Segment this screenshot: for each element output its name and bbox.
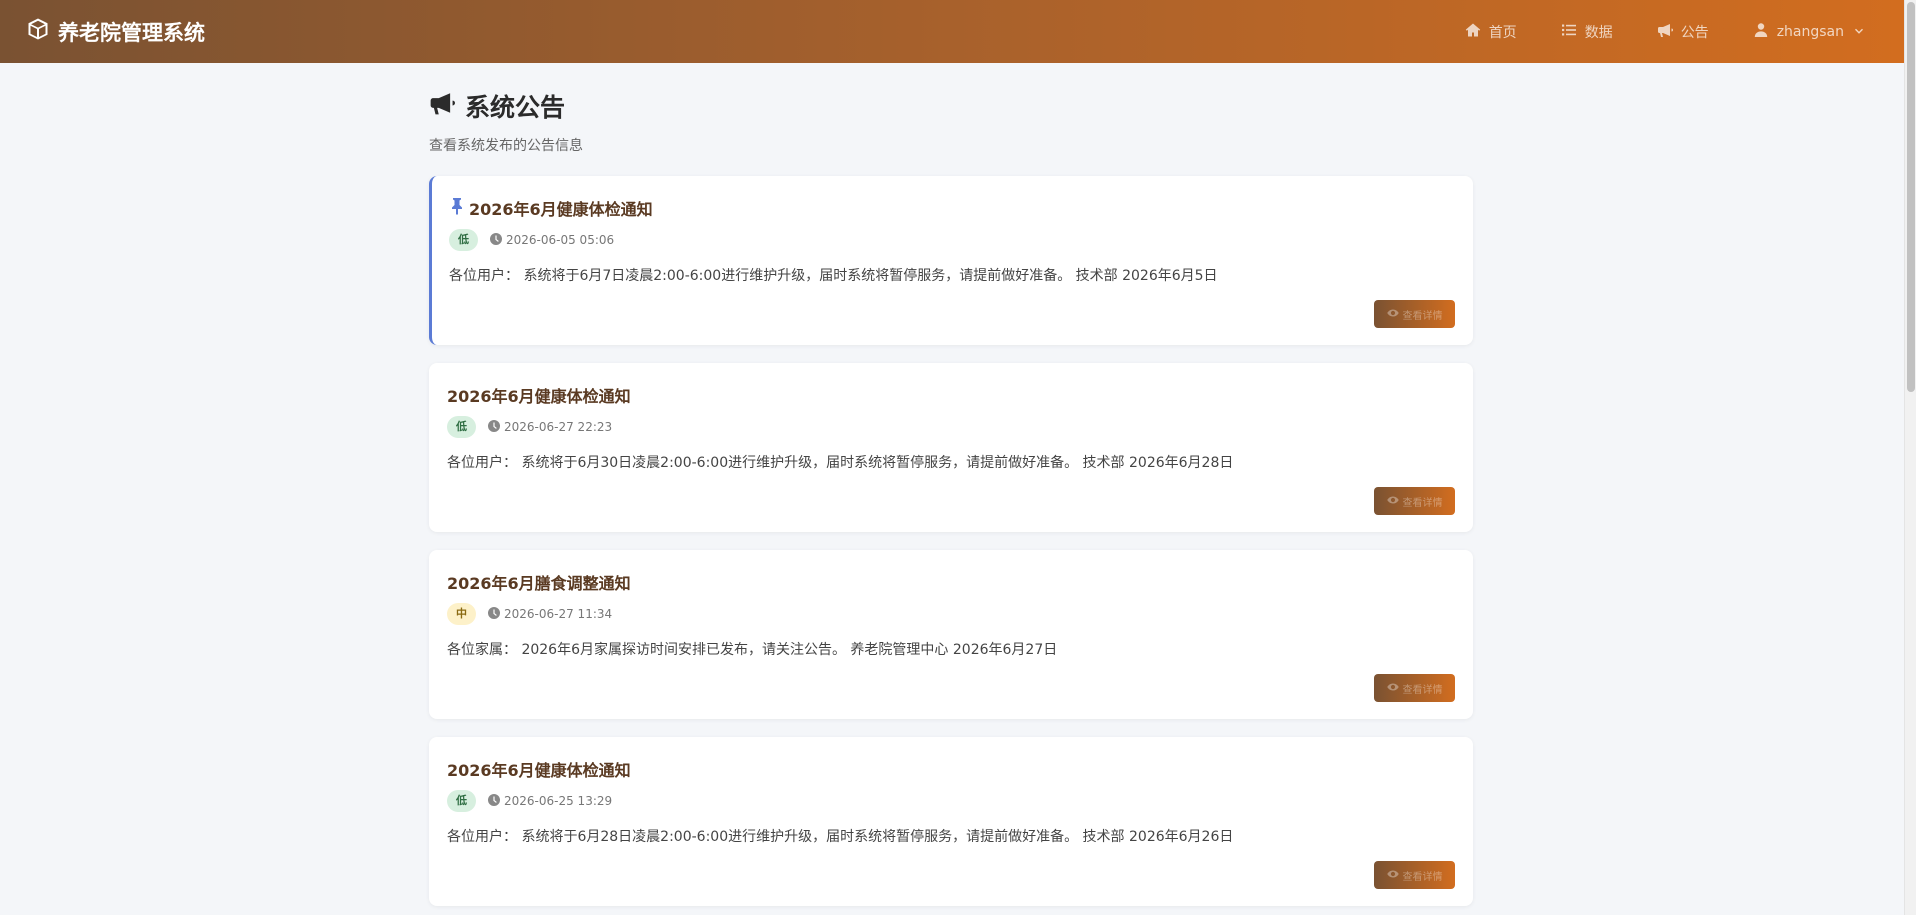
eye-icon	[1386, 307, 1399, 322]
page-subtitle: 查看系统发布的公告信息	[429, 138, 583, 154]
notice-card: 2026年6月健康体检通知 低 2026-06-05 05:06 各位用户： 系…	[429, 176, 1473, 345]
home-icon	[1465, 22, 1481, 42]
nav-data[interactable]: 数据	[1561, 22, 1613, 42]
notice-card: 2026年6月膳食调整通知 中 2026-06-27 11:34 各位家属： 2…	[429, 550, 1473, 719]
view-detail-button[interactable]: 查看详情	[1374, 861, 1455, 889]
user-name: zhangsan	[1776, 23, 1844, 40]
notice-title[interactable]: 2026年6月健康体检通知	[449, 196, 653, 220]
notice-title-text: 2026年6月膳食调整通知	[447, 574, 631, 593]
clock-icon	[488, 793, 500, 809]
view-detail-button[interactable]: 查看详情	[1374, 300, 1455, 328]
pin-icon	[449, 197, 465, 219]
view-detail-button[interactable]: 查看详情	[1374, 674, 1455, 702]
user-icon	[1753, 22, 1769, 42]
nav-notice-label: 公告	[1680, 24, 1709, 41]
view-detail-label: 查看详情	[1402, 871, 1443, 883]
notice-card: 2026年6月健康体检通知 低 2026-06-27 22:23 各位用户： 系…	[429, 363, 1473, 532]
megaphone-icon	[1657, 22, 1673, 42]
scrollbar-thumb[interactable]	[1907, 2, 1915, 392]
notice-meta: 低 2026-06-27 22:23	[447, 416, 612, 438]
view-detail-button[interactable]: 查看详情	[1374, 487, 1455, 515]
clock-icon	[488, 606, 500, 622]
brand-title: 养老院管理系统	[58, 20, 205, 45]
notice-time: 2026-06-27 22:23	[488, 419, 613, 435]
megaphone-icon	[429, 90, 455, 122]
priority-badge: 低	[449, 229, 478, 251]
clock-icon	[488, 419, 500, 435]
view-detail-label: 查看详情	[1402, 310, 1443, 322]
brand[interactable]: 养老院管理系统	[26, 0, 205, 63]
view-detail-label: 查看详情	[1402, 684, 1443, 696]
view-detail-label: 查看详情	[1402, 497, 1443, 509]
notice-time-text: 2026-06-27 11:34	[504, 607, 613, 621]
notice-meta: 低 2026-06-25 13:29	[447, 790, 612, 812]
notice-time-text: 2026-06-27 22:23	[504, 420, 613, 434]
priority-badge: 低	[447, 790, 476, 812]
nav-home[interactable]: 首页	[1465, 22, 1517, 42]
eye-icon	[1386, 681, 1399, 696]
notice-title-text: 2026年6月健康体检通知	[447, 761, 631, 780]
notice-content: 各位用户： 系统将于6月28日凌晨2:00-6:00进行维护升级，届时系统将暂停…	[447, 829, 1234, 845]
notice-title-text: 2026年6月健康体检通知	[447, 387, 631, 406]
eye-icon	[1386, 494, 1399, 509]
page-title: 系统公告	[429, 87, 1473, 125]
notice-meta: 中 2026-06-27 11:34	[447, 603, 612, 625]
page-title-text: 系统公告	[465, 93, 566, 122]
notice-title[interactable]: 2026年6月健康体检通知	[447, 757, 631, 781]
list-icon	[1561, 22, 1577, 42]
nav-links: 首页 数据 公告 zhangsan	[1421, 0, 1864, 63]
notice-time: 2026-06-25 13:29	[488, 793, 613, 809]
notice-title-text: 2026年6月健康体检通知	[469, 200, 653, 219]
notice-content: 各位家属： 2026年6月家属探访时间安排已发布，请关注公告。 养老院管理中心 …	[447, 642, 1058, 658]
notice-time-text: 2026-06-05 05:06	[506, 233, 615, 247]
nav-data-label: 数据	[1584, 24, 1613, 41]
notice-card: 2026年6月健康体检通知 低 2026-06-25 13:29 各位用户： 系…	[429, 737, 1473, 906]
clock-icon	[490, 232, 502, 248]
nav-user-menu[interactable]: zhangsan	[1753, 22, 1864, 42]
cube-icon	[26, 17, 50, 46]
nav-notice[interactable]: 公告	[1657, 22, 1709, 42]
priority-badge: 中	[447, 603, 476, 625]
notice-content: 各位用户： 系统将于6月7日凌晨2:00-6:00进行维护升级，届时系统将暂停服…	[449, 268, 1218, 284]
notice-title[interactable]: 2026年6月膳食调整通知	[447, 570, 631, 594]
notice-content: 各位用户： 系统将于6月30日凌晨2:00-6:00进行维护升级，届时系统将暂停…	[447, 455, 1234, 471]
notice-meta: 低 2026-06-05 05:06	[449, 229, 614, 251]
priority-badge: 低	[447, 416, 476, 438]
eye-icon	[1386, 868, 1399, 883]
notice-time-text: 2026-06-25 13:29	[504, 794, 613, 808]
notice-time: 2026-06-27 11:34	[488, 606, 613, 622]
main-content: 系统公告 查看系统发布的公告信息 2026年6月健康体检通知 低 2026-06…	[429, 63, 1473, 906]
nav-home-label: 首页	[1488, 24, 1517, 41]
chevron-down-icon	[1852, 24, 1864, 40]
notice-time: 2026-06-05 05:06	[490, 232, 615, 248]
notice-title[interactable]: 2026年6月健康体检通知	[447, 383, 631, 407]
page-scrollbar[interactable]	[1904, 0, 1916, 915]
top-navbar: 养老院管理系统 首页 数据 公告 zhangsan	[0, 0, 1904, 63]
